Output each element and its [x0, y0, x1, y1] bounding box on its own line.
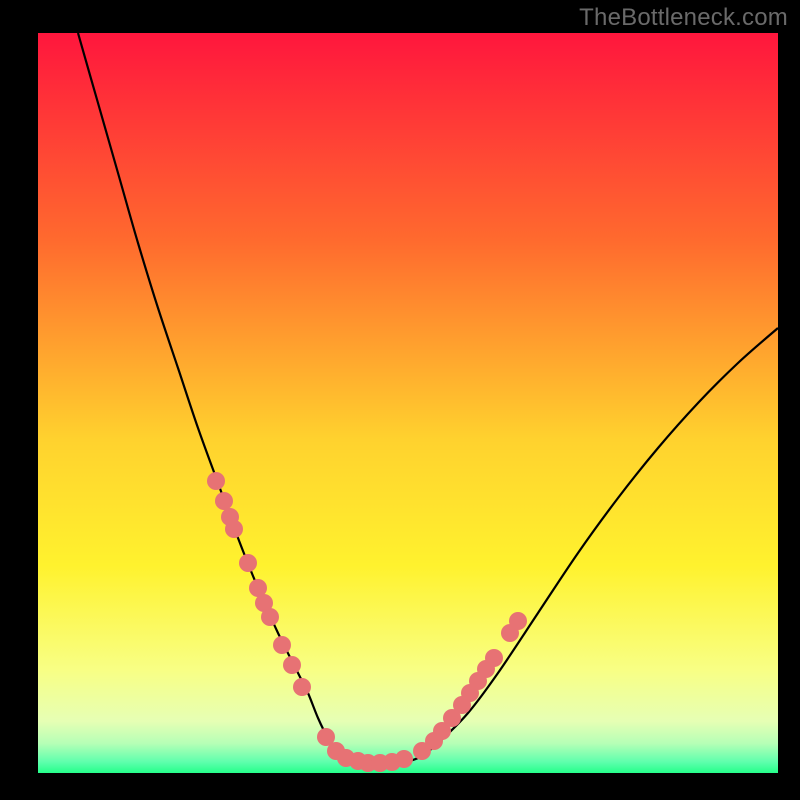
watermark-text: TheBottleneck.com — [579, 4, 788, 32]
data-dot — [485, 649, 503, 667]
chart-frame: TheBottleneck.com — [0, 0, 800, 800]
data-dot — [261, 608, 279, 626]
data-dot — [273, 636, 291, 654]
data-dot — [225, 520, 243, 538]
chart-svg — [38, 33, 778, 773]
data-dot — [293, 678, 311, 696]
data-dot — [207, 472, 225, 490]
data-dot — [239, 554, 257, 572]
data-dot — [509, 612, 527, 630]
plot-area — [38, 33, 778, 773]
data-dot — [283, 656, 301, 674]
data-dot — [395, 750, 413, 768]
data-dot — [215, 492, 233, 510]
gradient-bg — [38, 33, 778, 773]
